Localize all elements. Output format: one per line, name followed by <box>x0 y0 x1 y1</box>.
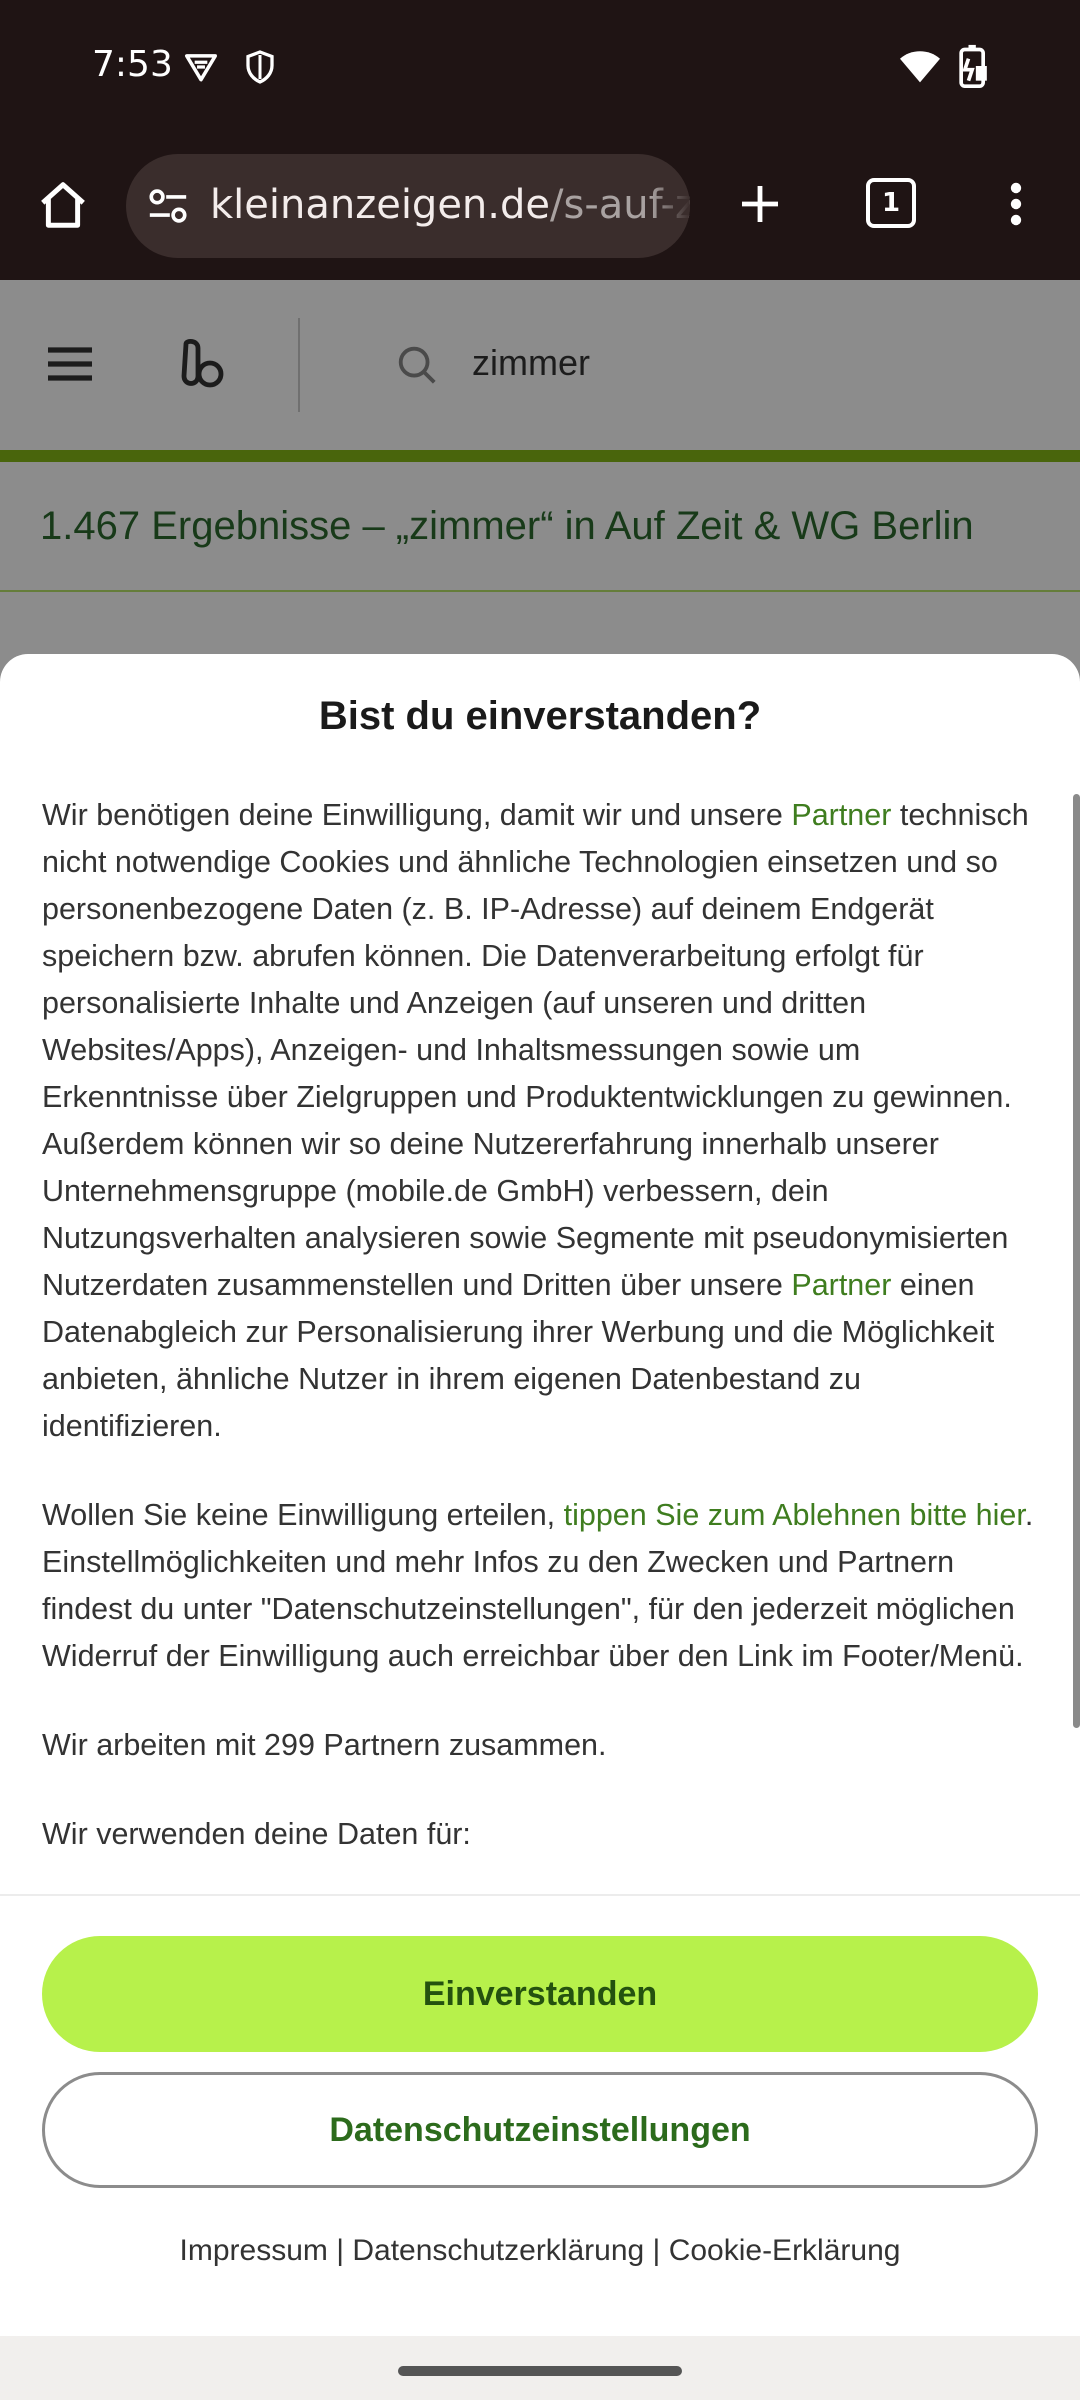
address-bar[interactable]: kleinanzeigen.de/s-auf-z <box>126 154 690 258</box>
scrollbar[interactable] <box>1073 794 1080 1728</box>
overflow-menu-icon[interactable] <box>996 174 1036 234</box>
url-text: kleinanzeigen.de/s-auf-z <box>210 182 690 228</box>
consent-paragraph: Wir benötigen deine Einwilligung, damit … <box>42 792 1040 1450</box>
consent-text-scroll[interactable]: Wir benötigen deine Einwilligung, damit … <box>0 792 1080 1894</box>
partner-link[interactable]: Partner <box>791 798 891 832</box>
battery-icon <box>959 44 987 88</box>
cookie-policy-link[interactable]: Cookie-Erklärung <box>669 2234 901 2267</box>
impressum-link[interactable]: Impressum <box>180 2234 328 2267</box>
tab-switcher-icon[interactable]: 1 <box>862 174 920 232</box>
vpn-key-icon <box>185 54 217 82</box>
reject-link[interactable]: tippen Sie zum Ablehnen bitte hier <box>564 1498 1025 1532</box>
gesture-nav-bar <box>0 2336 1080 2400</box>
new-tab-icon[interactable] <box>730 174 790 234</box>
reject-paragraph: Wollen Sie keine Einwilligung erteilen, … <box>42 1492 1040 1680</box>
status-bar: 7:53 <box>0 0 1080 140</box>
consent-actions: Einverstanden Datenschutzeinstellungen I… <box>0 1894 1080 2338</box>
consent-dialog: Bist du einverstanden? Wir benötigen dei… <box>0 654 1080 2338</box>
legal-links: Impressum | Datenschutzerklärung | Cooki… <box>0 2234 1080 2268</box>
browser-toolbar: kleinanzeigen.de/s-auf-z 1 <box>0 140 1080 280</box>
shield-icon <box>246 50 274 84</box>
consent-text: Wir benötigen deine Einwilligung, damit … <box>42 798 792 832</box>
legal-separator: | <box>652 2234 661 2267</box>
consent-title: Bist du einverstanden? <box>318 694 762 738</box>
consent-text: technisch nicht notwendige Cookies und ä… <box>42 798 1029 1302</box>
wifi-icon <box>900 51 940 83</box>
site-settings-icon[interactable] <box>146 186 190 226</box>
tab-count: 1 <box>866 178 916 228</box>
home-icon[interactable] <box>30 172 96 238</box>
status-time: 7:53 <box>92 44 173 85</box>
privacy-settings-button[interactable]: Datenschutzeinstellungen <box>42 2072 1038 2188</box>
home-gesture-handle[interactable] <box>398 2366 682 2376</box>
consent-text: Wollen Sie keine Einwilligung erteilen, <box>42 1498 564 1532</box>
legal-separator: | <box>336 2234 345 2267</box>
partner-link-2[interactable]: Partner <box>791 1268 891 1302</box>
url-domain: kleinanzeigen.de <box>210 182 550 228</box>
privacy-policy-link[interactable]: Datenschutzerklärung <box>352 2234 644 2267</box>
data-usage-heading: Wir verwenden deine Daten für: <box>42 1817 471 1851</box>
accept-button[interactable]: Einverstanden <box>42 1936 1038 2052</box>
partners-count-text: Wir arbeiten mit 299 Partnern zusammen. <box>42 1728 607 1762</box>
